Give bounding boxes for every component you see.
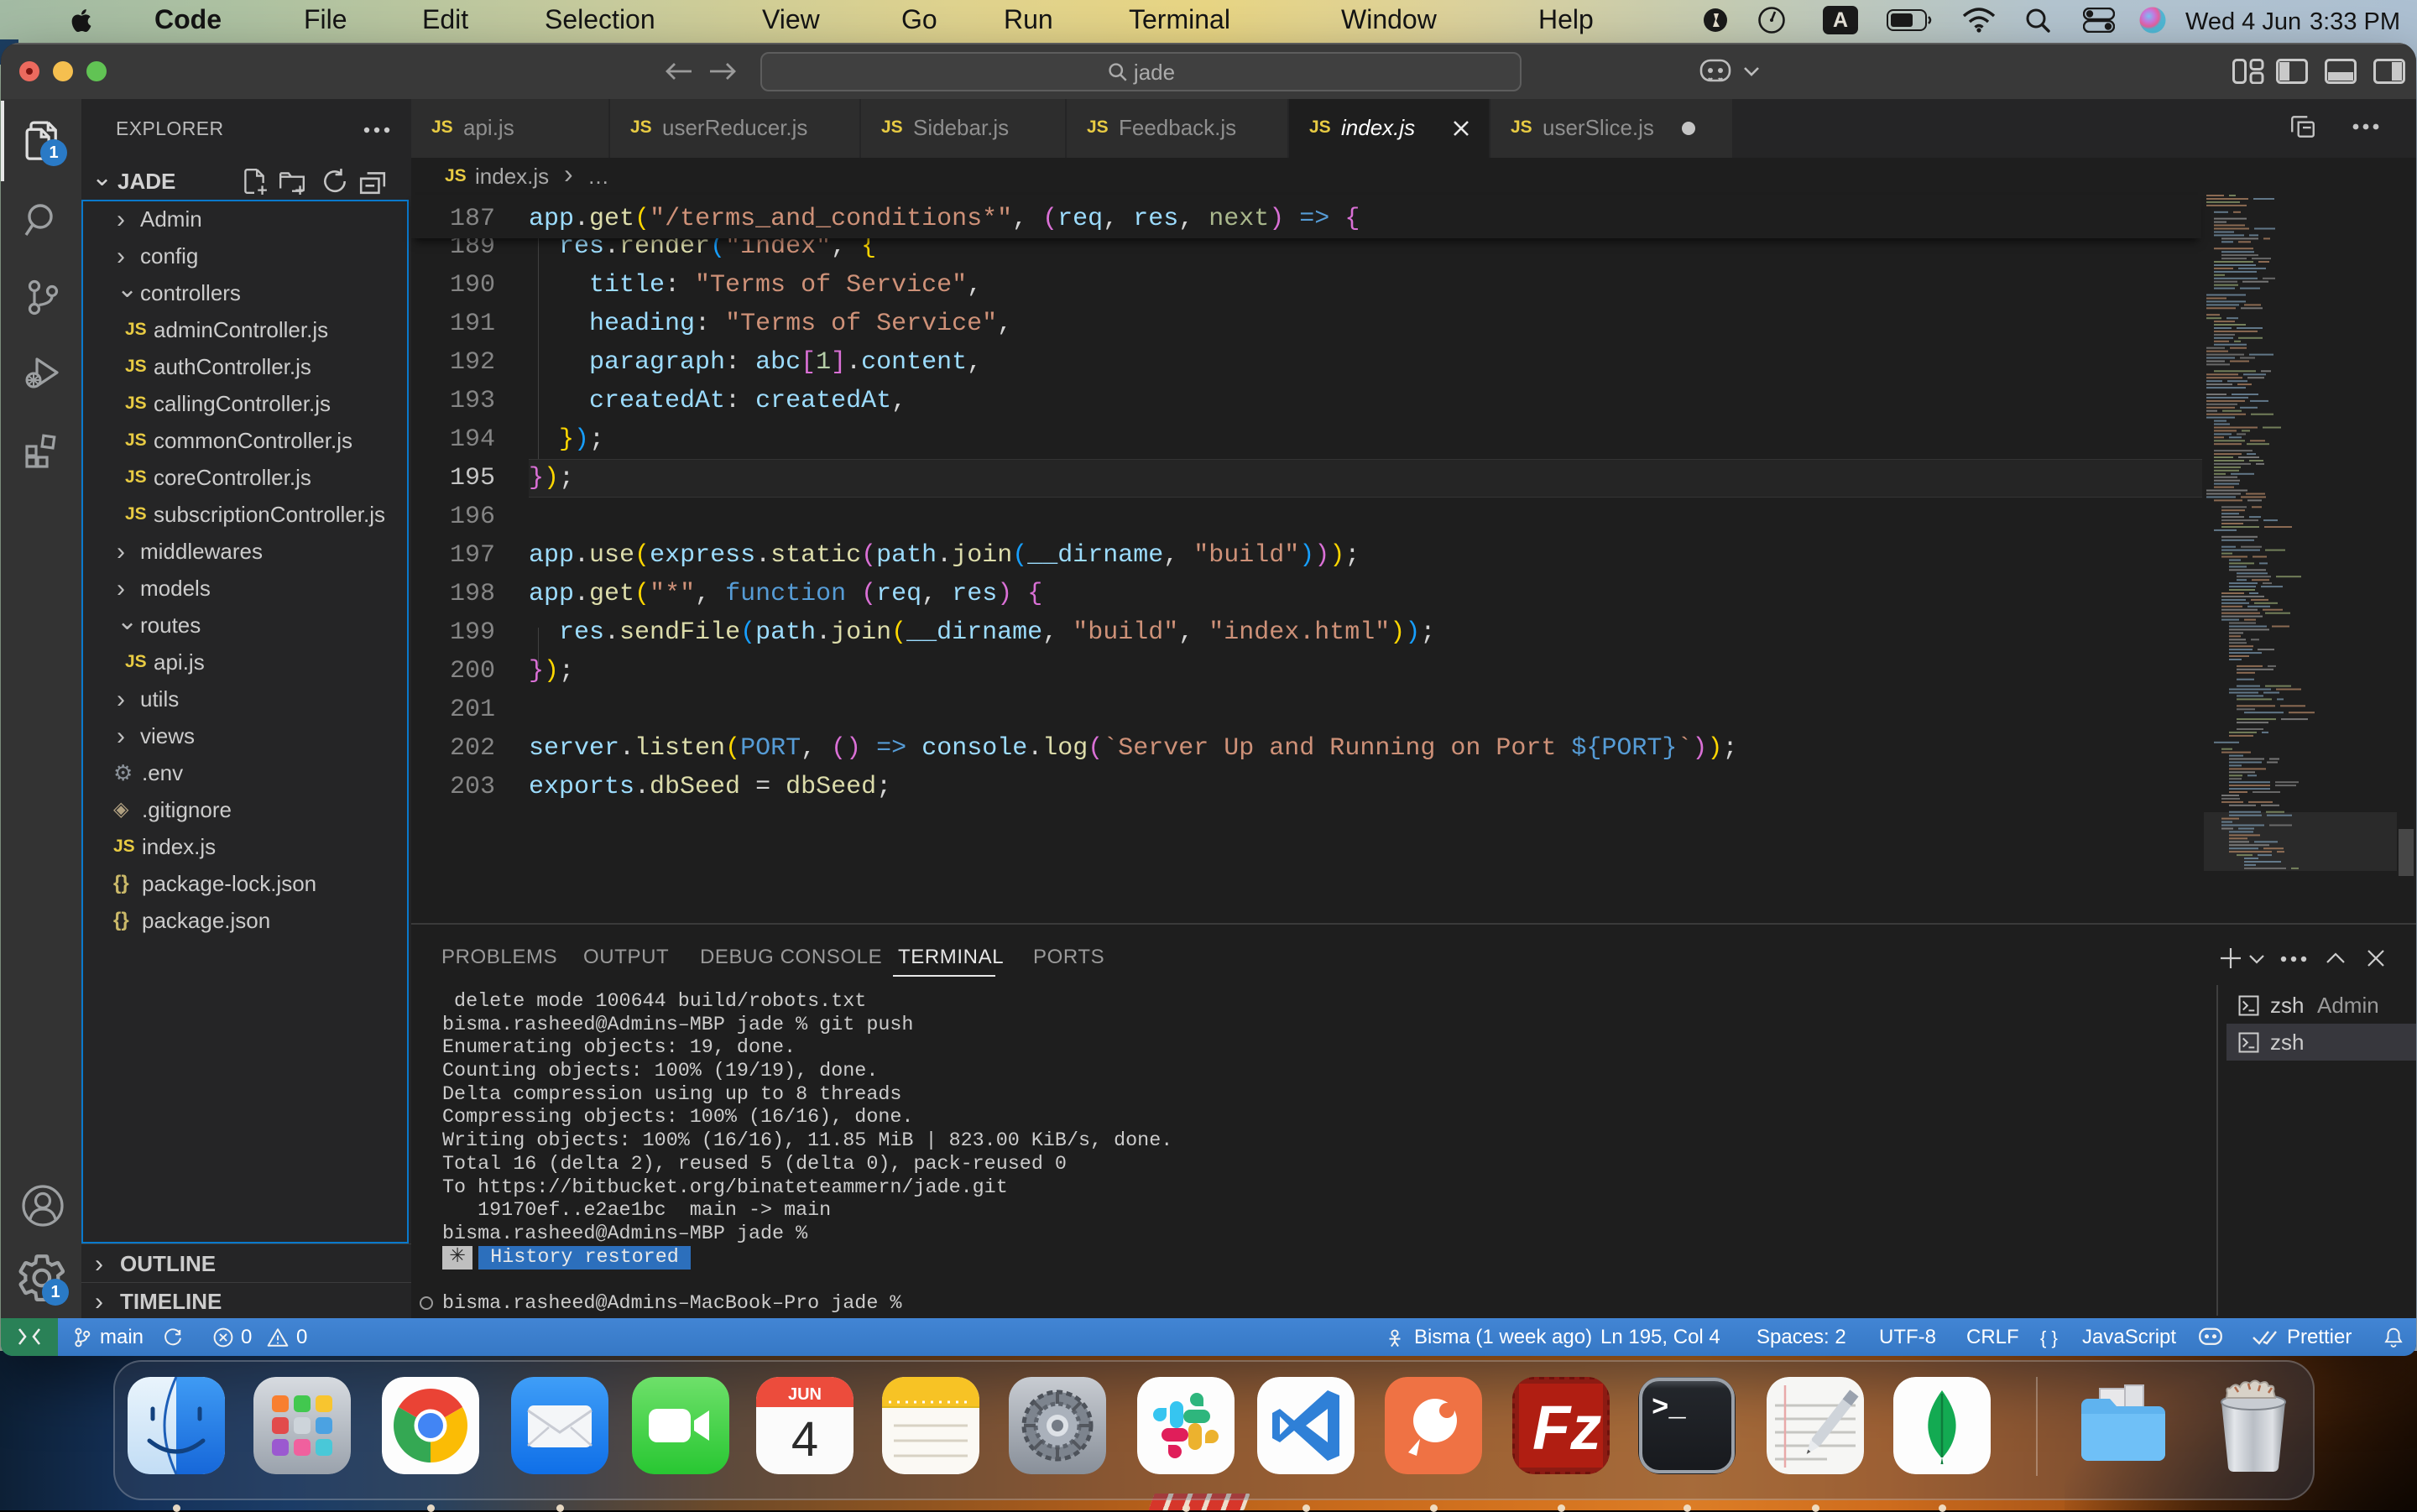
svg-text:4: 4 [791, 1412, 818, 1467]
svg-text:Fz: Fz [1532, 1393, 1601, 1462]
svg-text:>_: >_ [1652, 1393, 1686, 1425]
svg-text:JUN: JUN [788, 1385, 822, 1404]
